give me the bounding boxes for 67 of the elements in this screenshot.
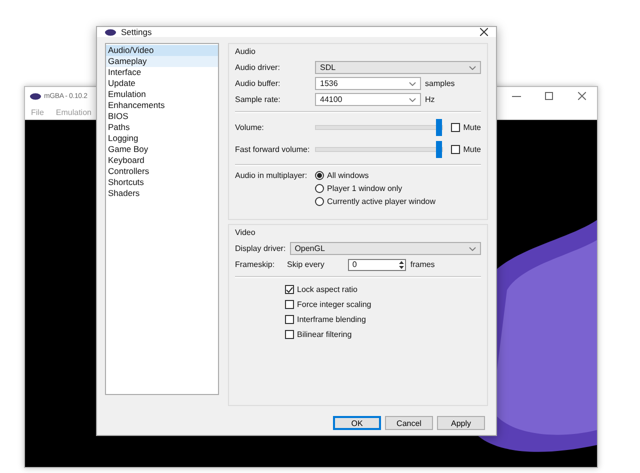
checkbox[interactable]	[285, 315, 294, 324]
category-item[interactable]: BIOS	[106, 111, 218, 122]
field-label: Skip every	[287, 260, 324, 269]
category-item[interactable]: Audio/Video	[106, 45, 218, 56]
category-item[interactable]: Emulation	[106, 89, 218, 100]
unit-label: frames	[410, 260, 435, 269]
checkbox-label: Force integer scaling	[297, 300, 372, 309]
checkbox[interactable]	[451, 123, 460, 132]
radio-label: Currently active player window	[327, 197, 436, 206]
group-title: Audio	[235, 47, 256, 56]
category-item[interactable]: Keyboard	[106, 155, 218, 166]
field-label: Display driver:	[235, 244, 286, 253]
checkbox-label: Mute	[463, 145, 481, 154]
field-label: Audio buffer:	[235, 79, 282, 88]
app-logo-icon	[30, 92, 41, 100]
checkbox-label: Bilinear filtering	[297, 330, 352, 339]
dropdown[interactable]: 44100	[315, 93, 421, 106]
category-item[interactable]: Shortcuts	[106, 177, 218, 188]
slider-thumb[interactable]	[436, 119, 442, 136]
maximize-icon[interactable]	[545, 92, 553, 100]
dropdown[interactable]: OpenGL	[290, 242, 481, 255]
field-label: Frameskip:	[235, 260, 276, 269]
checkbox[interactable]	[285, 285, 294, 294]
spin-arrows-icon[interactable]	[398, 260, 406, 270]
field-label: Fast forward volume:	[235, 145, 311, 154]
category-item[interactable]: Controllers	[106, 166, 218, 177]
checkbox[interactable]	[285, 300, 294, 309]
dropdown[interactable]: 1536	[315, 77, 421, 90]
unit-label: Hz	[425, 95, 435, 104]
field-label: Sample rate:	[235, 95, 282, 104]
unit-label: samples	[425, 79, 455, 88]
category-item[interactable]: Shaders	[106, 188, 218, 199]
spin-box[interactable]: 0	[348, 258, 406, 270]
checkbox[interactable]	[451, 145, 460, 154]
radio-label: Player 1 window only	[327, 184, 402, 193]
dialog-button[interactable]: Cancel	[385, 416, 433, 430]
checkbox-label: Lock aspect ratio	[297, 285, 358, 294]
close-icon[interactable]	[578, 92, 586, 100]
radio-button[interactable]	[315, 171, 324, 180]
category-item[interactable]: Interface	[106, 67, 218, 78]
chevron-down-icon	[469, 246, 476, 250]
category-item[interactable]: Paths	[106, 122, 218, 133]
radio-label: All windows	[327, 171, 369, 180]
category-item[interactable]: Update	[106, 78, 218, 89]
field-label: Audio in multiplayer:	[235, 171, 308, 180]
chevron-down-icon	[409, 82, 416, 86]
radio-button[interactable]	[315, 197, 324, 206]
checkbox-label: Mute	[463, 123, 481, 132]
app-logo-icon	[105, 28, 116, 36]
close-icon[interactable]	[480, 28, 488, 36]
slider-thumb[interactable]	[436, 141, 442, 158]
dialog-button[interactable]: OK	[333, 416, 381, 430]
category-item[interactable]: Game Boy	[106, 144, 218, 155]
dialog-button[interactable]: Apply	[437, 416, 485, 430]
field-label: Audio driver:	[235, 63, 281, 72]
category-item[interactable]: Enhancements	[106, 100, 218, 111]
checkbox-label: Interframe blending	[297, 315, 366, 324]
category-item[interactable]: Logging	[106, 133, 218, 144]
dropdown[interactable]: SDL	[315, 61, 481, 74]
dialog-title: Settings	[121, 27, 152, 37]
field-label: Volume:	[235, 123, 265, 132]
group-title: Video	[235, 228, 256, 237]
chevron-down-icon	[409, 98, 416, 102]
checkbox[interactable]	[285, 330, 294, 339]
category-item[interactable]: Gameplay	[106, 56, 218, 67]
chevron-down-icon	[469, 66, 476, 70]
radio-button[interactable]	[315, 184, 324, 193]
